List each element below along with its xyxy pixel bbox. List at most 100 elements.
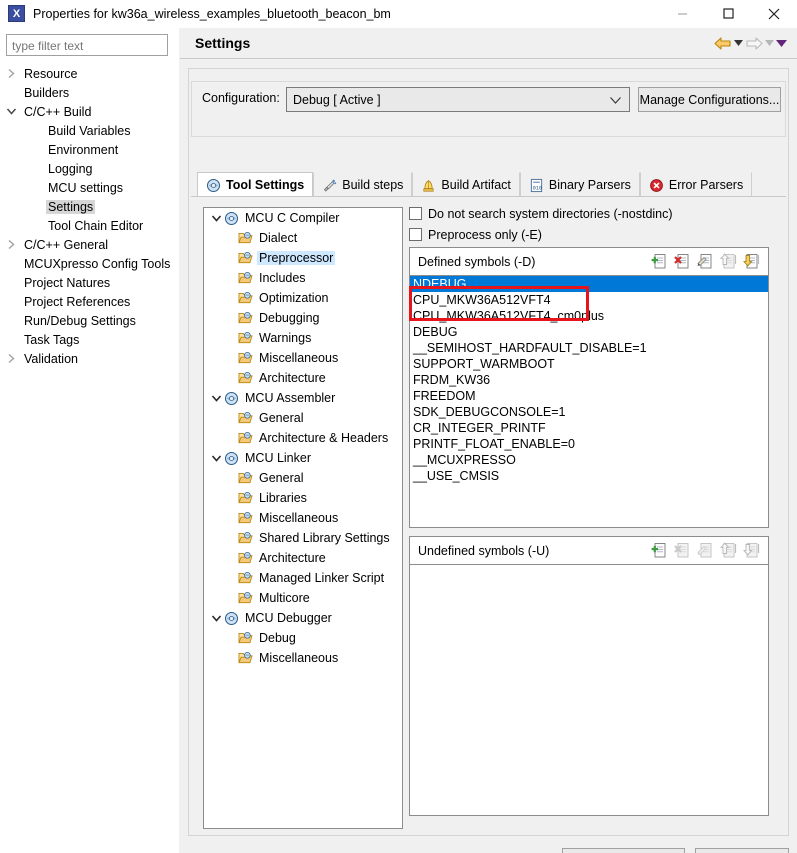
- sidebar-item-c-c-general[interactable]: C/C++ General: [0, 235, 179, 254]
- tool-tree-item-miscellaneous[interactable]: Miscellaneous: [204, 648, 402, 668]
- tool-tree-item-libraries[interactable]: Libraries: [204, 488, 402, 508]
- sidebar-item-validation[interactable]: Validation: [0, 349, 179, 368]
- tool-tree-item-architecture[interactable]: Architecture: [204, 368, 402, 388]
- tab-error-parsers[interactable]: Error Parsers: [639, 172, 753, 197]
- back-menu-chevron-down-icon[interactable]: [734, 40, 743, 46]
- delete-icon: [674, 542, 691, 559]
- symbol-list-item[interactable]: CPU_MKW36A512VFT4_cm0plus: [410, 308, 768, 324]
- close-button[interactable]: [751, 0, 797, 28]
- view-menu-chevron-down-icon[interactable]: [776, 39, 787, 47]
- sidebar-item-project-references[interactable]: Project References: [0, 292, 179, 311]
- chevron-right-icon[interactable]: [0, 353, 22, 364]
- tool-tree-label: Managed Linker Script: [259, 571, 385, 585]
- symbol-list-item[interactable]: DEBUG: [410, 324, 768, 340]
- chevron-right-icon[interactable]: [0, 239, 22, 250]
- symbol-list-item[interactable]: SUPPORT_WARMBOOT: [410, 356, 768, 372]
- defined-symbols-header: Defined symbols (-D): [410, 248, 768, 276]
- tab-tool-settings[interactable]: Tool Settings: [197, 172, 314, 197]
- tool-tree-item-debugging[interactable]: Debugging: [204, 308, 402, 328]
- add-icon[interactable]: [651, 253, 668, 270]
- sidebar-item-run-debug-settings[interactable]: Run/Debug Settings: [0, 311, 179, 330]
- symbol-list-item[interactable]: NDEBUG: [410, 276, 768, 292]
- tool-settings-icon: [206, 178, 221, 193]
- tool-tree-item-miscellaneous[interactable]: Miscellaneous: [204, 508, 402, 528]
- forward-arrow-icon: [745, 36, 763, 51]
- maximize-button[interactable]: [705, 0, 751, 28]
- tool-tree-item-mcu-assembler[interactable]: MCU Assembler: [204, 388, 402, 408]
- chevron-down-icon[interactable]: [0, 107, 22, 116]
- symbol-list-item[interactable]: SDK_DEBUGCONSOLE=1: [410, 404, 768, 420]
- move-up-icon: [720, 253, 737, 270]
- add-icon[interactable]: [651, 542, 668, 559]
- tool-tree-item-dialect[interactable]: Dialect: [204, 228, 402, 248]
- tool-tree-item-architecture-headers[interactable]: Architecture & Headers: [204, 428, 402, 448]
- tool-tree-item-mcu-c-compiler[interactable]: MCU C Compiler: [204, 208, 402, 228]
- tool-tree-item-managed-linker-script[interactable]: Managed Linker Script: [204, 568, 402, 588]
- tool-tree-item-multicore[interactable]: Multicore: [204, 588, 402, 608]
- tab-binary-parsers[interactable]: 010 Binary Parsers: [519, 172, 640, 197]
- configuration-combo[interactable]: Debug [ Active ]: [286, 87, 630, 112]
- sidebar-item-resource[interactable]: Resource: [0, 64, 179, 83]
- tool-tree-label: MCU Debugger: [245, 611, 332, 625]
- sidebar-item-logging[interactable]: Logging: [0, 159, 179, 178]
- tool-tree-item-architecture[interactable]: Architecture: [204, 548, 402, 568]
- sidebar-item-c-c-build[interactable]: C/C++ Build: [0, 102, 179, 121]
- tool-tree-item-preprocessor[interactable]: Preprocessor: [204, 248, 402, 268]
- tool-tree-item-mcu-debugger[interactable]: MCU Debugger: [204, 608, 402, 628]
- tool-tree-item-includes[interactable]: Includes: [204, 268, 402, 288]
- settings-header: Settings: [180, 28, 797, 58]
- tab-build-artifact[interactable]: Build Artifact: [412, 172, 520, 197]
- symbol-list-item[interactable]: __MCUXPRESSO: [410, 452, 768, 468]
- sidebar-item-build-variables[interactable]: Build Variables: [0, 121, 179, 140]
- delete-icon[interactable]: [674, 253, 691, 270]
- symbol-list-item[interactable]: __SEMIHOST_HARDFAULT_DISABLE=1: [410, 340, 768, 356]
- tool-tree-item-debug[interactable]: Debug: [204, 628, 402, 648]
- apply-button[interactable]: Apply: [695, 847, 789, 853]
- nostdinc-checkbox-row[interactable]: Do not search system directories (-nostd…: [409, 203, 780, 224]
- sidebar-item-environment[interactable]: Environment: [0, 140, 179, 159]
- sidebar-item-mcu-settings[interactable]: MCU settings: [0, 178, 179, 197]
- chevron-down-icon[interactable]: [208, 614, 224, 623]
- tool-tree-item-general[interactable]: General: [204, 468, 402, 488]
- defined-symbols-list[interactable]: NDEBUG CPU_MKW36A512VFT4 CPU_MKW36A512VFT4…: [410, 276, 768, 527]
- symbol-list-item[interactable]: CR_INTEGER_PRINTF: [410, 420, 768, 436]
- tool-tree-item-warnings[interactable]: Warnings: [204, 328, 402, 348]
- page-title: Settings: [195, 35, 251, 51]
- filter-input[interactable]: type filter text: [6, 34, 168, 56]
- symbol-list-item[interactable]: __USE_CMSIS: [410, 468, 768, 484]
- preprocess-only-checkbox-row[interactable]: Preprocess only (-E): [409, 224, 780, 245]
- chevron-down-icon[interactable]: [208, 214, 224, 223]
- tool-tree-item-optimization[interactable]: Optimization: [204, 288, 402, 308]
- tab-label: Error Parsers: [668, 178, 744, 192]
- chevron-down-icon[interactable]: [208, 394, 224, 403]
- manage-configurations-button[interactable]: Manage Configurations...: [638, 87, 781, 112]
- restore-defaults-button[interactable]: Restore Defaults: [561, 847, 685, 853]
- symbol-list-item[interactable]: FRDM_KW36: [410, 372, 768, 388]
- sidebar-item-task-tags[interactable]: Task Tags: [0, 330, 179, 349]
- tool-tree-item-shared-library-settings[interactable]: Shared Library Settings: [204, 528, 402, 548]
- tool-tree-label: Miscellaneous: [259, 511, 339, 525]
- symbol-list-item[interactable]: CPU_MKW36A512VFT4: [410, 292, 768, 308]
- sidebar-item-mcuxpresso-config-tools[interactable]: MCUXpresso Config Tools: [0, 254, 179, 273]
- window-controls: [659, 0, 797, 28]
- symbol-list-item[interactable]: FREEDOM: [410, 388, 768, 404]
- nostdinc-checkbox[interactable]: [409, 207, 422, 220]
- symbol-list-item[interactable]: PRINTF_FLOAT_ENABLE=0: [410, 436, 768, 452]
- move-down-icon[interactable]: [743, 253, 760, 270]
- preprocess-only-checkbox[interactable]: [409, 228, 422, 241]
- tool-tree-item-miscellaneous[interactable]: Miscellaneous: [204, 348, 402, 368]
- chevron-right-icon[interactable]: [0, 68, 22, 79]
- sidebar-item-project-natures[interactable]: Project Natures: [0, 273, 179, 292]
- chevron-down-icon[interactable]: [208, 454, 224, 463]
- sidebar-item-settings[interactable]: Settings: [0, 197, 179, 216]
- tool-tree-item-mcu-linker[interactable]: MCU Linker: [204, 448, 402, 468]
- undefined-symbols-list[interactable]: [410, 565, 768, 815]
- sidebar-item-builders[interactable]: Builders: [0, 83, 179, 102]
- sidebar-item-tool-chain-editor[interactable]: Tool Chain Editor: [0, 216, 179, 235]
- folder-icon: [238, 371, 253, 385]
- tool-tree-item-general[interactable]: General: [204, 408, 402, 428]
- minimize-button[interactable]: [659, 0, 705, 28]
- tab-build-steps[interactable]: Build steps: [313, 172, 413, 197]
- edit-icon[interactable]: [697, 253, 714, 270]
- back-arrow-icon[interactable]: [714, 36, 732, 51]
